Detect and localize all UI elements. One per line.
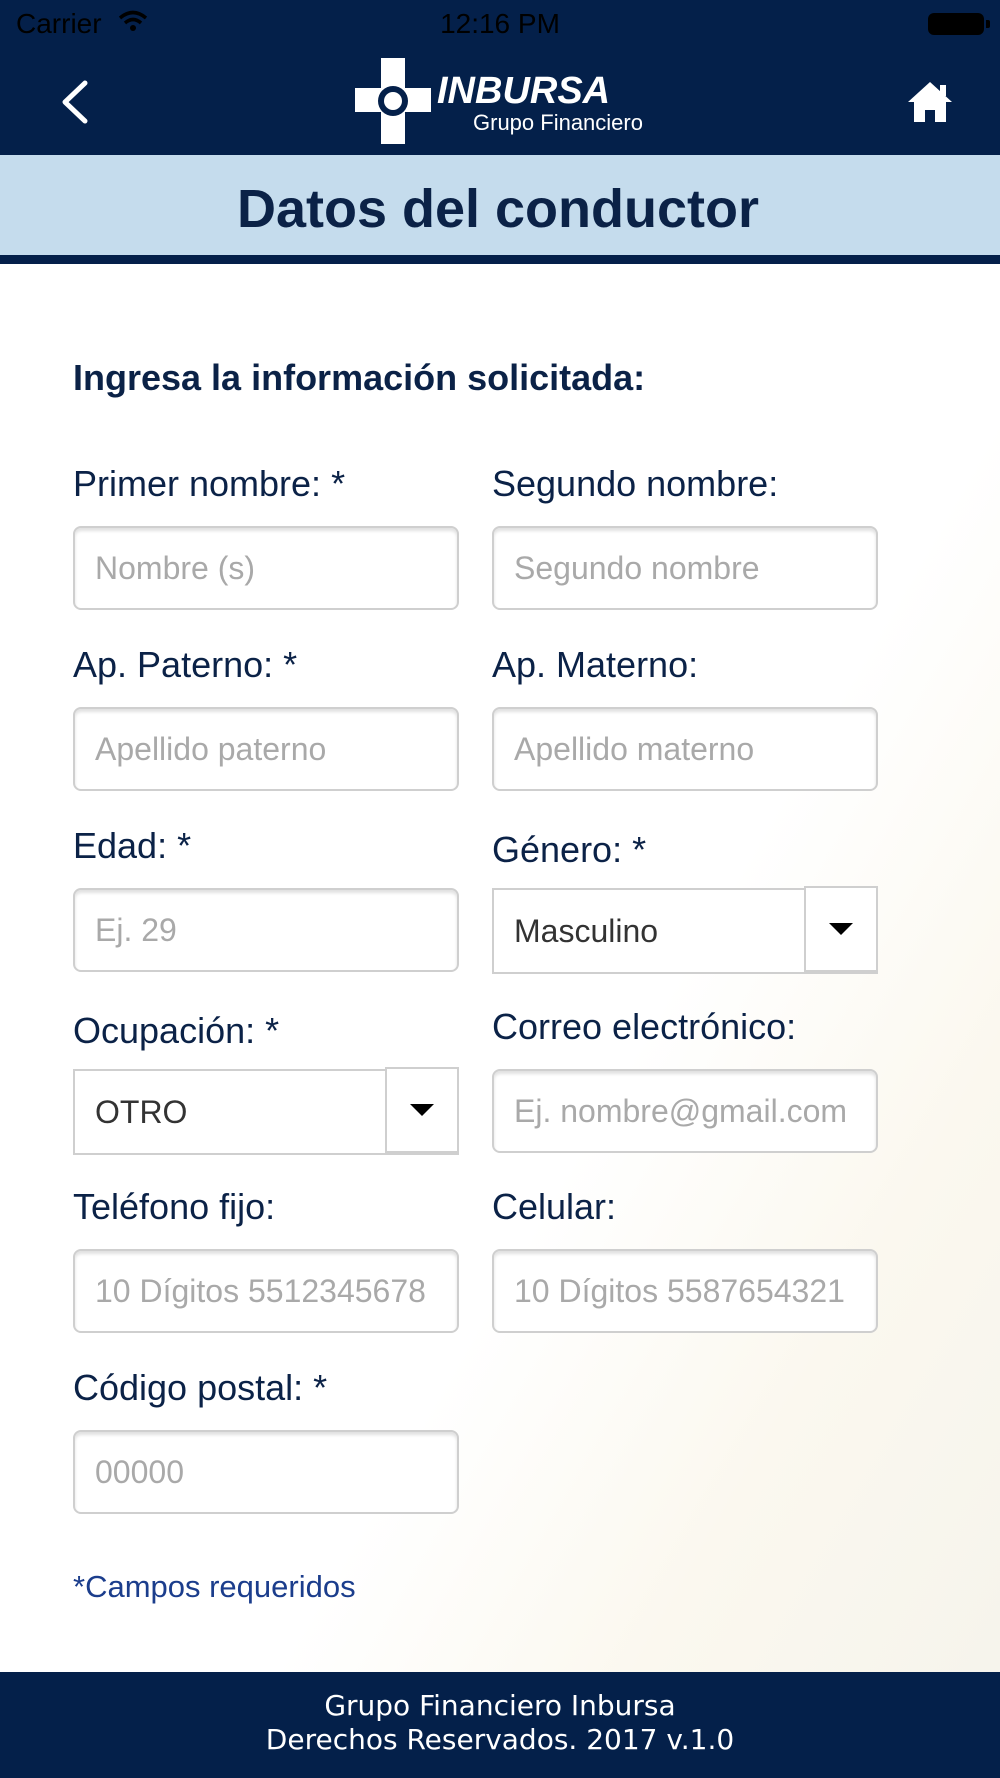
zip-code-input[interactable] <box>73 1430 459 1514</box>
caret-down-icon <box>410 1104 434 1116</box>
second-name-label: Segundo nombre: <box>492 463 779 504</box>
chevron-left-icon <box>62 80 88 124</box>
occupation-field: Ocupación: * OTRO <box>73 1007 459 1155</box>
gender-select[interactable]: Masculino <box>492 886 878 974</box>
second-name-field: Segundo nombre: <box>492 460 878 610</box>
inbursa-logo: INBURSA Grupo Financiero <box>355 58 655 144</box>
top-navigation-bar: Carrier 12:16 PM INBURSA Grupo Financier… <box>0 0 1000 155</box>
home-icon <box>908 82 952 122</box>
maternal-surname-field: Ap. Materno: <box>492 641 878 791</box>
footer: Grupo Financiero Inbursa Derechos Reserv… <box>0 1672 1000 1778</box>
occupation-dropdown-button[interactable] <box>385 1067 459 1153</box>
home-button[interactable] <box>890 62 970 142</box>
mobile-field: Celular: <box>492 1183 878 1333</box>
footer-company: Grupo Financiero Inbursa <box>324 1689 676 1722</box>
gender-label: Género: * <box>492 829 647 870</box>
form-content: Ingresa la información solicitada: Prime… <box>0 264 1000 1672</box>
first-name-input[interactable] <box>73 526 459 610</box>
occupation-value: OTRO <box>95 1094 188 1130</box>
gender-field: Género: * Masculino <box>492 826 878 974</box>
paternal-surname-field: Ap. Paterno: * <box>73 641 459 791</box>
form-intro: Ingresa la información solicitada: <box>73 357 646 398</box>
status-bar: Carrier 12:16 PM <box>0 0 1000 50</box>
inbursa-emblem-icon <box>355 58 431 144</box>
maternal-surname-label: Ap. Materno: <box>492 644 699 685</box>
occupation-select[interactable]: OTRO <box>73 1067 459 1155</box>
footer-rights: Derechos Reservados. 2017 v.1.0 <box>265 1723 735 1756</box>
logo-subtitle: Grupo Financiero <box>473 110 643 135</box>
email-input[interactable] <box>492 1069 878 1153</box>
landline-input[interactable] <box>73 1249 459 1333</box>
mobile-label: Celular: <box>492 1186 617 1227</box>
required-fields-note: *Campos requeridos <box>73 1569 356 1604</box>
clock: 12:16 PM <box>440 8 560 39</box>
back-button[interactable] <box>40 62 110 142</box>
page-title: Datos del conductor <box>236 179 760 239</box>
landline-field: Teléfono fijo: <box>73 1183 459 1333</box>
gender-dropdown-button[interactable] <box>804 886 878 972</box>
battery-icon <box>928 13 990 35</box>
logo-name: INBURSA <box>437 70 611 112</box>
email-field: Correo electrónico: <box>492 1003 878 1153</box>
maternal-surname-input[interactable] <box>492 707 878 791</box>
age-label: Edad: * <box>73 825 192 866</box>
occupation-label: Ocupación: * <box>73 1010 280 1051</box>
paternal-surname-label: Ap. Paterno: * <box>73 644 298 685</box>
landline-label: Teléfono fijo: <box>73 1186 276 1227</box>
title-divider <box>0 255 1000 264</box>
mobile-input[interactable] <box>492 1249 878 1333</box>
zip-code-label: Código postal: * <box>73 1367 328 1408</box>
gender-value: Masculino <box>514 913 659 949</box>
zip-code-field: Código postal: * <box>73 1364 459 1514</box>
age-input[interactable] <box>73 888 459 972</box>
title-band: Datos del conductor <box>0 155 1000 255</box>
age-field: Edad: * <box>73 822 459 972</box>
first-name-label: Primer nombre: * <box>73 463 346 504</box>
first-name-field: Primer nombre: * <box>73 460 459 610</box>
second-name-input[interactable] <box>492 526 878 610</box>
caret-down-icon <box>829 923 853 935</box>
email-label: Correo electrónico: <box>492 1006 797 1047</box>
paternal-surname-input[interactable] <box>73 707 459 791</box>
